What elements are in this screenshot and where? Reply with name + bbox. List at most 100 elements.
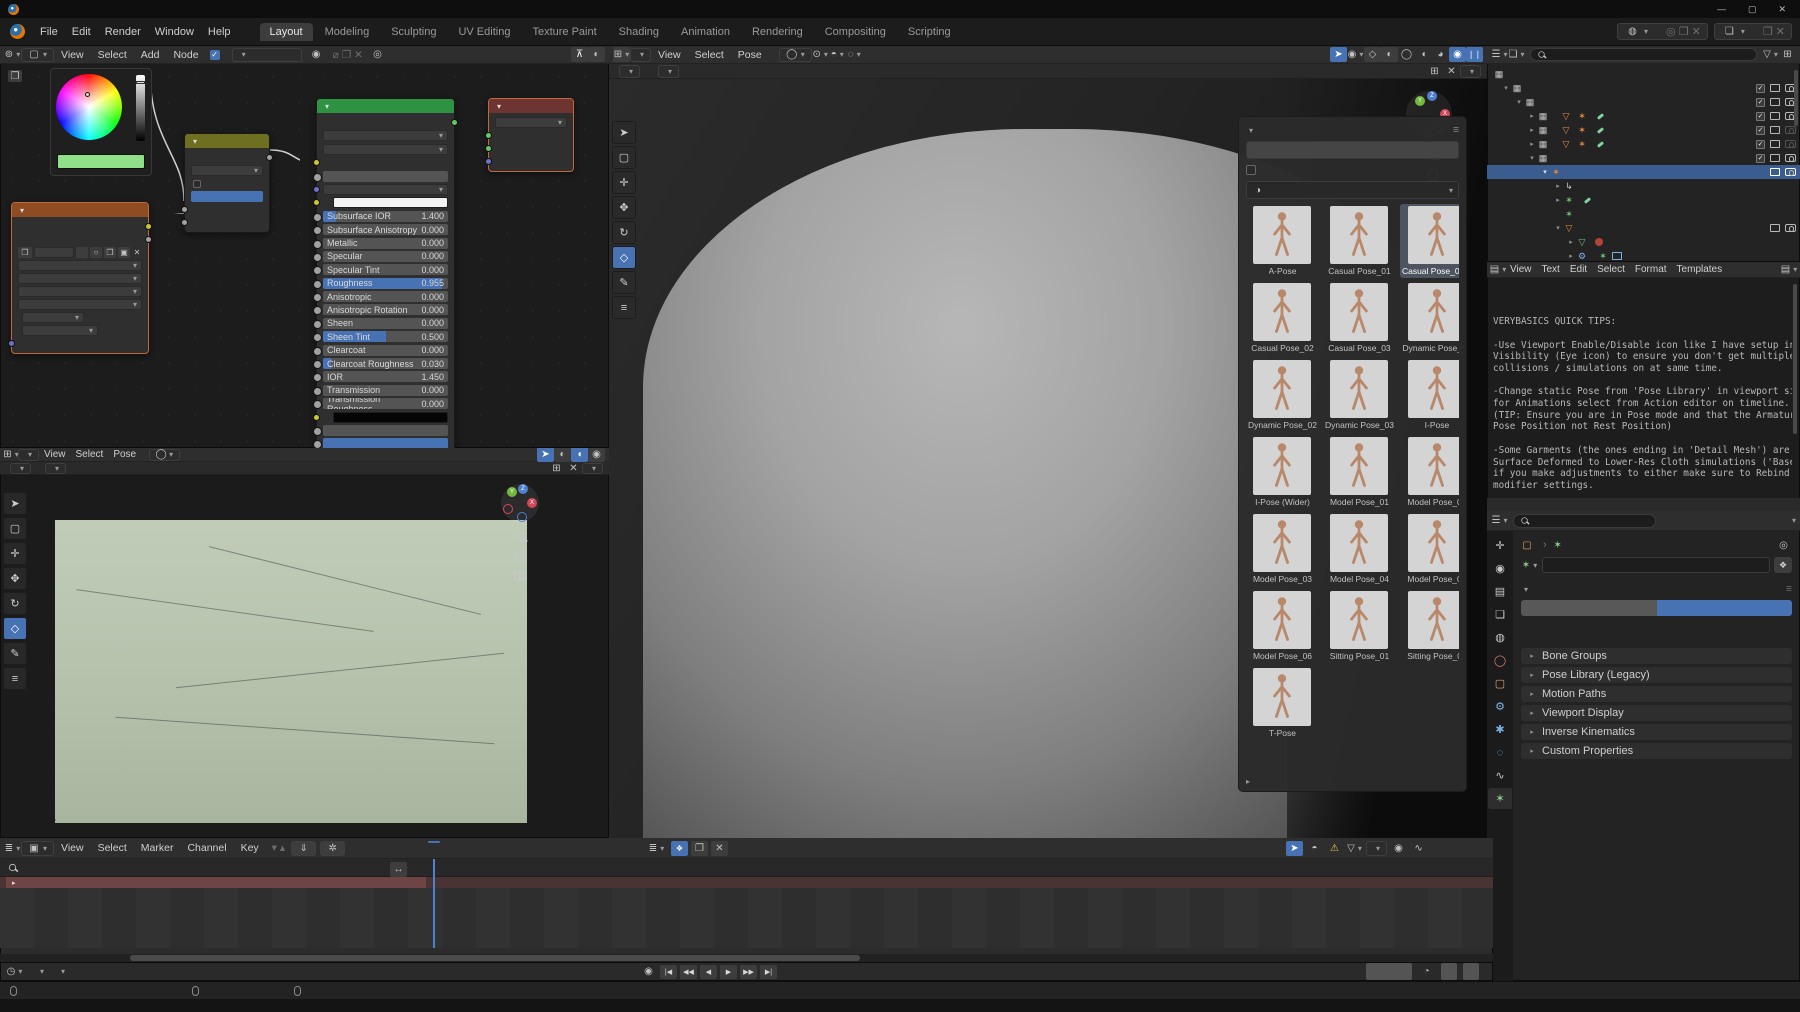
viewport-menu-item[interactable]: Pose — [108, 449, 141, 460]
shader-mode-dropdown[interactable]: ▢▾ — [21, 48, 54, 62]
render-toggle[interactable] — [1785, 224, 1796, 232]
app-menu-item[interactable]: Edit — [65, 26, 98, 38]
viewport-menu-item[interactable]: Select — [71, 449, 109, 460]
move-tool[interactable]: ✥ — [612, 196, 636, 219]
jump-to-start-button[interactable]: |◀ — [660, 965, 677, 979]
viewport-toggle[interactable] — [1770, 84, 1780, 92]
tweak-tool[interactable]: ➤ — [612, 121, 636, 144]
pose-asset[interactable]: A-Pose — [1246, 204, 1319, 278]
new-collection-icon[interactable]: ⊞ — [1779, 47, 1796, 62]
sss-method-dropdown[interactable]: ▾ — [323, 144, 448, 155]
shading-material-icon[interactable]: ◕ — [1432, 47, 1449, 62]
outliner-row[interactable]: ▸▦ ▽✶ ✓ — [1487, 109, 1800, 123]
app-menu-item[interactable]: Help — [201, 26, 238, 38]
asset-source-dropdown[interactable]: ◑▾ — [1246, 181, 1459, 199]
value-slider[interactable]: Specular Tint0.000 — [323, 264, 448, 275]
properties-tab[interactable]: ▢ — [1488, 673, 1512, 694]
current-frame-badge[interactable] — [428, 841, 440, 843]
pose-asset[interactable]: I-Pose — [1400, 358, 1459, 432]
pose-asset[interactable]: Casual Pose_02 — [1246, 281, 1319, 355]
app-menu-item[interactable]: File — [33, 26, 65, 38]
editor-type-icon[interactable]: ◷▾ — [6, 964, 23, 979]
pose-asset[interactable]: Casual Pose_01 — [1323, 204, 1396, 278]
vector-input-socket[interactable] — [8, 340, 15, 347]
tweak-tool[interactable]: ➤ — [3, 492, 27, 515]
cursor-tool[interactable]: ✛ — [612, 171, 636, 194]
image-name-field[interactable] — [34, 247, 74, 258]
editor-type-icon[interactable]: ⊞▾ — [613, 47, 630, 62]
measure-tool[interactable]: ≡ — [612, 296, 636, 319]
action-datablock-icon[interactable]: ≣▾ — [648, 841, 665, 856]
workspace-tab[interactable]: Texture Paint — [522, 23, 606, 41]
drag-dropdown[interactable]: ▾ — [45, 463, 66, 474]
render-toggle[interactable] — [1785, 140, 1796, 148]
subsurface-radius-socket[interactable] — [313, 186, 320, 193]
summary-channel[interactable]: ▸ — [0, 877, 1493, 888]
outliner-row[interactable]: ▸↳ — [1487, 179, 1800, 193]
target-dropdown[interactable]: ▾ — [495, 117, 567, 128]
image-icon[interactable]: ❒ — [18, 247, 32, 258]
collapsed-panel-header[interactable]: ▸Bone Groups — [1521, 648, 1792, 664]
next-keyframe-button[interactable]: ▶▶ — [740, 965, 757, 979]
current-frame-line[interactable] — [433, 859, 435, 948]
value-slider[interactable]: Anisotropic0.000 — [323, 291, 448, 302]
axis-y-positive[interactable]: Y — [507, 487, 517, 497]
select-tool-icon[interactable]: ➤ — [1330, 47, 1347, 62]
panel-menu-icon[interactable]: ≡ — [1453, 124, 1459, 136]
value-slider[interactable]: Sheen0.000 — [323, 318, 448, 329]
popover-expand-icon[interactable]: ⊞ — [1426, 64, 1443, 79]
jump-to-end-button[interactable]: ▶| — [760, 965, 777, 979]
measure-tool[interactable]: ≡ — [3, 667, 27, 690]
stash-button[interactable]: ✲ — [320, 841, 345, 856]
start-frame-field[interactable] — [1441, 963, 1457, 980]
multiply-node[interactable]: ▾ ▾ — [184, 133, 270, 233]
outliner-row[interactable]: ▾▽ — [1487, 221, 1800, 235]
auto-keying-icon[interactable]: ◉ — [640, 964, 657, 979]
pause-preview-icon[interactable]: ❘❘ — [1466, 47, 1483, 62]
skeleton-panel-header[interactable]: ▾≡ — [1521, 581, 1792, 597]
subsurface-radius-dropdown[interactable]: ▾ — [323, 184, 448, 195]
pose-asset[interactable]: Casual Pose_01 ... — [1400, 204, 1459, 278]
shading-wireframe-icon[interactable]: ◯ — [1398, 47, 1415, 62]
blend-mode-dropdown[interactable]: ▾ — [191, 165, 263, 176]
pivot-point-icon[interactable]: ⊙▾ — [812, 47, 829, 62]
outliner-row[interactable]: ▾▦ ✓ — [1487, 151, 1800, 165]
select-box-tool[interactable]: ▢ — [3, 517, 27, 540]
filter-type-icon[interactable]: ❏▾ — [1508, 47, 1525, 62]
dope-menu-item[interactable]: Select — [91, 842, 134, 854]
snap-icon[interactable]: ⊼ — [571, 47, 588, 62]
exclude-checkbox[interactable]: ✓ — [1756, 126, 1765, 135]
transform-tool[interactable]: ◇ — [3, 617, 27, 640]
properties-search-input[interactable] — [1513, 514, 1656, 528]
collapsed-panel-header[interactable]: ▸Viewport Display — [1521, 705, 1792, 721]
fac-slider[interactable] — [191, 191, 263, 202]
emission-strength-slider[interactable] — [323, 425, 448, 436]
value-slider[interactable] — [136, 75, 145, 141]
channel-keyframe-area[interactable] — [0, 888, 1493, 948]
color-space-dropdown[interactable]: ▾ — [22, 312, 84, 323]
editor-type-icon[interactable]: ⊚▾ — [4, 47, 21, 62]
editor-type-icon[interactable]: ⊞▾ — [4, 448, 18, 462]
shader-menu-item[interactable]: Node — [166, 49, 205, 61]
visibility-dropdown-icon[interactable]: ◉▾ — [1347, 47, 1364, 62]
image-texture-node[interactable]: ▾ ❒ ○ ❐ ▣ ✕ ▾ ▾ ▾ ▾ ▾ ▾ — [11, 202, 149, 354]
value-slider[interactable]: Specular0.000 — [323, 251, 448, 262]
color-output-socket[interactable] — [266, 154, 273, 161]
fake-user-shield-icon[interactable]: ❖ — [1774, 557, 1792, 573]
unlink-action-icon[interactable]: ✕ — [711, 841, 728, 856]
principled-bsdf-node[interactable]: ▾ ▾ ▾ ▾ Subsurface IOR1.400Subsurface An… — [316, 98, 455, 448]
viewport-menu-item[interactable]: Pose — [731, 49, 769, 61]
previous-keyframe-button[interactable]: ◀◀ — [680, 965, 697, 979]
source-dropdown[interactable]: ▾ — [18, 299, 142, 310]
maximize-button[interactable]: ▢ — [1748, 4, 1757, 15]
value-slider[interactable]: Transmission0.000 — [323, 385, 448, 396]
close-button[interactable]: ✕ — [1778, 4, 1786, 15]
alpha-mode-dropdown[interactable]: ▾ — [22, 325, 98, 336]
pose-asset[interactable]: T-Pose — [1246, 666, 1319, 740]
text-menu-item[interactable]: Templates — [1672, 264, 1728, 275]
data-name-field[interactable] — [1542, 557, 1770, 573]
axis-x-positive[interactable]: X — [527, 498, 537, 508]
minimize-button[interactable]: — — [1717, 4, 1726, 15]
zoom-border-icon[interactable]: ↔ — [390, 862, 407, 877]
pose-position-button[interactable] — [1521, 600, 1657, 616]
